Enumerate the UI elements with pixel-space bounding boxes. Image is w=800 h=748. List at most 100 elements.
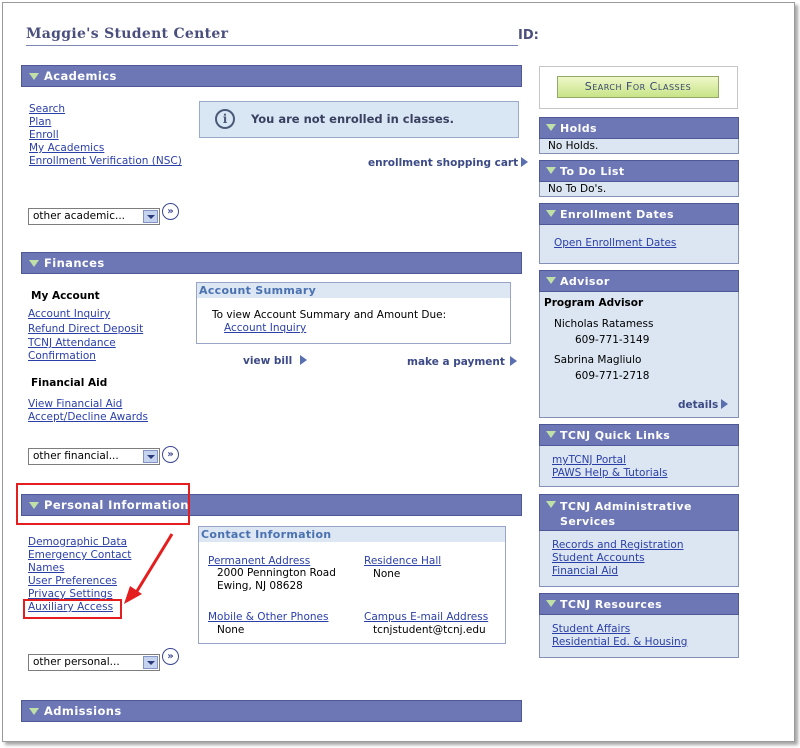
account-summary-title: Account Summary — [197, 283, 510, 298]
id-label: ID: — [518, 28, 539, 43]
account-summary-box: Account Summary To view Account Summary … — [196, 282, 511, 344]
section-title: Admissions — [44, 704, 122, 718]
link-search[interactable]: Search — [29, 103, 182, 116]
enrollment-dates-title: Enrollment Dates — [560, 208, 674, 221]
resources-panel: Student Affairs Residential Ed. & Housin… — [539, 615, 739, 658]
arrow-right-icon — [521, 157, 529, 167]
other-personal-select[interactable]: other personal... — [28, 654, 160, 671]
link-records-registration[interactable]: Records and Registration — [552, 539, 684, 551]
quick-links-header[interactable]: TCNJ Quick Links — [539, 424, 739, 446]
link-refund-direct-deposit[interactable]: Refund Direct Deposit — [28, 322, 143, 337]
info-icon: i — [215, 109, 235, 129]
financial-aid-links: View Financial Aid Accept/Decline Awards — [28, 398, 148, 424]
link-financial-aid[interactable]: Financial Aid — [552, 565, 618, 577]
link-view-financial-aid[interactable]: View Financial Aid — [28, 398, 148, 411]
todo-header[interactable]: To Do List — [539, 160, 739, 182]
section-title: Finances — [44, 256, 105, 270]
advisor-title: Advisor — [560, 275, 610, 288]
residence-hall-link[interactable]: Residence Hall — [364, 555, 441, 567]
permanent-address-link[interactable]: Permanent Address — [208, 555, 310, 567]
advisor-header[interactable]: Advisor — [539, 270, 739, 292]
link-user-preferences[interactable]: User Preferences — [28, 575, 131, 588]
view-bill-link[interactable]: view bill — [243, 355, 308, 367]
highlight-box-personal-info — [16, 483, 190, 525]
enrollment-dates-header[interactable]: Enrollment Dates — [539, 203, 739, 225]
holds-header[interactable]: Holds — [539, 117, 739, 139]
link-plan[interactable]: Plan — [29, 116, 182, 129]
section-admissions-header[interactable]: Admissions — [21, 700, 522, 722]
collapse-triangle-icon — [546, 431, 556, 438]
quick-links-panel: myTCNJ Portal PAWS Help & Tutorials — [539, 446, 739, 487]
link-demographic-data[interactable]: Demographic Data — [28, 536, 131, 549]
link-tcnj-attendance[interactable]: TCNJ Attendance — [28, 337, 143, 350]
view-bill-label: view bill — [243, 355, 293, 367]
campus-email-link[interactable]: Campus E-mail Address — [364, 611, 488, 623]
other-financial-select[interactable]: other financial... — [28, 448, 160, 465]
page-title: Maggie's Student Center — [26, 26, 518, 46]
enrollment-cart-link[interactable]: enrollment shopping cart — [368, 157, 529, 169]
link-names[interactable]: Names — [28, 562, 131, 575]
advisor-name: Sabrina Magliulo — [554, 354, 642, 366]
todo-value: No To Do's. — [539, 182, 739, 197]
phones-link[interactable]: Mobile & Other Phones — [208, 611, 328, 623]
collapse-triangle-icon — [546, 124, 556, 131]
arrow-right-icon — [300, 355, 308, 365]
arrow-right-icon — [509, 356, 517, 366]
campus-email-value: tcnjstudent@tcnj.edu — [373, 624, 486, 636]
info-message-text: You are not enrolled in classes. — [251, 112, 455, 126]
link-mytcnj-portal[interactable]: myTCNJ Portal — [552, 454, 626, 466]
advisor-name: Nicholas Ratamess — [554, 318, 654, 330]
academics-go-button[interactable]: » — [162, 203, 179, 220]
link-account-inquiry[interactable]: Account Inquiry — [28, 307, 143, 322]
link-emergency-contact[interactable]: Emergency Contact — [28, 549, 131, 562]
section-academics-header[interactable]: Academics — [21, 65, 522, 87]
link-accept-decline-awards[interactable]: Accept/Decline Awards — [28, 411, 148, 424]
holds-value: No Holds. — [539, 139, 739, 154]
collapse-triangle-icon — [29, 708, 39, 715]
link-student-accounts[interactable]: Student Accounts — [552, 552, 645, 564]
contact-information-box: Contact Information Permanent Address 20… — [198, 526, 506, 644]
section-finances-header[interactable]: Finances — [21, 252, 522, 274]
collapse-triangle-icon — [546, 277, 556, 284]
my-account-heading: My Account — [31, 290, 100, 302]
chevron-down-icon — [143, 210, 158, 223]
collapse-triangle-icon — [29, 260, 39, 267]
link-paws-help[interactable]: PAWS Help & Tutorials — [552, 467, 668, 479]
permanent-address-line2: Ewing, NJ 08628 — [217, 580, 303, 592]
link-residential-ed-housing[interactable]: Residential Ed. & Housing — [552, 636, 687, 648]
section-title: Academics — [44, 69, 117, 83]
admin-services-panel: Records and Registration Student Account… — [539, 531, 739, 587]
collapse-triangle-icon — [29, 73, 39, 80]
resources-header[interactable]: TCNJ Resources — [539, 593, 739, 615]
quick-links-title: TCNJ Quick Links — [560, 429, 671, 442]
search-for-classes-button[interactable]: Search For Classes — [557, 76, 719, 98]
link-enroll[interactable]: Enroll — [29, 129, 182, 142]
chevron-down-icon — [143, 450, 158, 463]
link-my-academics[interactable]: My Academics — [29, 142, 182, 155]
advisor-phone: 609-771-2718 — [575, 370, 650, 382]
personal-go-button[interactable]: » — [162, 648, 179, 665]
advisor-phone: 609-771-3149 — [575, 334, 650, 346]
advisor-panel: Program Advisor Nicholas Ratamess 609-77… — [539, 292, 739, 418]
enrollment-cart-label: enrollment shopping cart — [368, 157, 519, 169]
contact-information-title: Contact Information — [199, 527, 505, 542]
link-enrollment-verification[interactable]: Enrollment Verification (NSC) — [29, 155, 182, 168]
link-confirmation[interactable]: Confirmation — [28, 350, 143, 363]
open-enrollment-dates-link[interactable]: Open Enrollment Dates — [554, 237, 676, 249]
holds-title: Holds — [560, 122, 597, 135]
make-payment-link[interactable]: make a payment — [407, 356, 517, 368]
finances-go-button[interactable]: » — [162, 446, 179, 463]
collapse-triangle-icon — [546, 600, 556, 607]
permanent-address-line1: 2000 Pennington Road — [217, 567, 336, 579]
other-academic-select[interactable]: other academic... — [28, 208, 160, 225]
financial-aid-heading: Financial Aid — [31, 377, 108, 389]
advisor-details-link[interactable]: details — [678, 399, 729, 411]
admin-services-header[interactable]: TCNJ Administrative Services — [539, 494, 739, 531]
link-student-affairs[interactable]: Student Affairs — [552, 623, 630, 635]
account-inquiry-link[interactable]: Account Inquiry — [224, 322, 306, 334]
todo-title: To Do List — [560, 165, 625, 178]
resources-title: TCNJ Resources — [560, 598, 663, 611]
not-enrolled-message: i You are not enrolled in classes. — [199, 101, 519, 138]
enrollment-dates-panel: Open Enrollment Dates — [539, 225, 739, 264]
residence-hall-value: None — [373, 568, 401, 580]
